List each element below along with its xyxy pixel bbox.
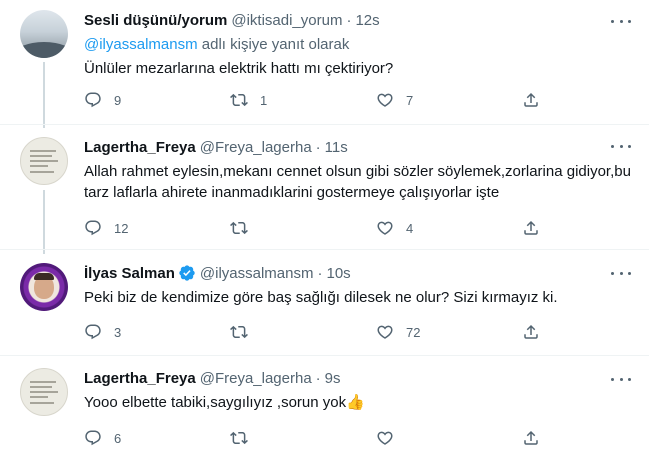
like-button[interactable]: 72 [376,323,472,341]
avatar[interactable] [20,10,68,58]
user-handle[interactable]: @ilyassalmansm [200,265,314,282]
like-button[interactable]: 7 [376,91,472,109]
heart-icon [376,429,394,447]
reply-button[interactable]: 6 [84,429,180,447]
display-name[interactable]: İlyas Salman [84,265,175,282]
share-icon [522,91,540,109]
retweet-icon [230,323,248,341]
tweet[interactable]: Lagertha_Freya @Freya_lagerha · 9s Yooo … [0,356,649,459]
retweet-icon [230,219,248,237]
thumbs-up-emoji: 👍 [346,394,365,411]
retweet-button[interactable]: 1 [230,91,326,109]
retweet-button[interactable] [230,323,326,341]
like-count: 4 [406,220,414,236]
replying-suffix: adlı kişiye yanıt olarak [197,36,350,53]
timestamp[interactable]: 11s [325,139,348,156]
display-name[interactable]: Lagertha_Freya [84,370,196,387]
reply-icon [84,323,102,341]
like-button[interactable]: 4 [376,219,472,237]
share-icon [522,429,540,447]
retweet-icon [230,91,248,109]
display-name[interactable]: Lagertha_Freya [84,139,196,156]
replying-to: @ilyassalmansm adlı kişiye yanıt olarak [84,36,633,53]
user-handle[interactable]: @Freya_lagerha [200,370,312,387]
retweet-button[interactable] [230,219,326,237]
tweet[interactable]: İlyas Salman @ilyassalmansm · 10s Peki b… [0,250,649,356]
heart-icon [376,323,394,341]
reply-count: 3 [114,324,122,340]
display-name[interactable]: Sesli düşünü/yorum [84,12,227,29]
timestamp[interactable]: 9s [325,370,341,387]
retweet-button[interactable] [230,429,326,447]
reply-icon [84,429,102,447]
share-button[interactable] [522,219,540,237]
separator-dot: · [346,11,352,29]
share-button[interactable] [522,91,540,109]
tweet[interactable]: Sesli düşünü/yorum @iktisadi_yorum · 12s… [0,0,649,125]
separator-dot: · [315,369,321,387]
heart-icon [376,91,394,109]
timestamp[interactable]: 12s [355,12,379,29]
action-bar: 12 4 [84,218,540,238]
share-icon [522,323,540,341]
separator-dot: · [315,138,321,156]
reply-icon [84,91,102,109]
share-icon [522,219,540,237]
like-count: 72 [406,324,421,340]
verified-badge-icon [179,265,195,281]
action-bar: 6 [84,428,540,448]
tweet-text: Yooo elbette tabiki,saygılıyız ,sorun yo… [84,394,347,411]
retweet-count: 1 [260,92,268,108]
share-button[interactable] [522,323,540,341]
action-bar: 9 1 7 [84,90,540,110]
reply-button[interactable]: 9 [84,91,180,109]
heart-icon [376,219,394,237]
reply-count: 12 [114,220,129,236]
tweet-text: Ünlüler mezarlarına elektrik hattı mı çe… [84,60,394,77]
reply-button[interactable]: 3 [84,323,180,341]
share-button[interactable] [522,429,540,447]
avatar[interactable] [20,263,68,311]
tweet-text: Allah rahmet eylesin,mekanı cennet olsun… [84,163,631,201]
like-button[interactable] [376,429,472,447]
timestamp[interactable]: 10s [326,265,350,282]
like-count: 7 [406,92,414,108]
reply-count: 6 [114,430,122,446]
tweet-text-container: Yooo elbette tabiki,saygılıyız ,sorun yo… [84,392,633,413]
separator-dot: · [317,264,323,282]
reply-icon [84,219,102,237]
reply-button[interactable]: 12 [84,219,180,237]
tweet[interactable]: Lagertha_Freya @Freya_lagerha · 11s Alla… [0,125,649,250]
user-handle[interactable]: @iktisadi_yorum [231,12,342,29]
tweet-text: Peki biz de kendimize göre baş sağlığı d… [84,289,558,306]
avatar[interactable] [20,137,68,185]
retweet-icon [230,429,248,447]
user-handle[interactable]: @Freya_lagerha [200,139,312,156]
reply-count: 9 [114,92,122,108]
mention-link[interactable]: @ilyassalmansm [84,36,198,53]
action-bar: 3 72 [84,322,540,342]
avatar[interactable] [20,368,68,416]
